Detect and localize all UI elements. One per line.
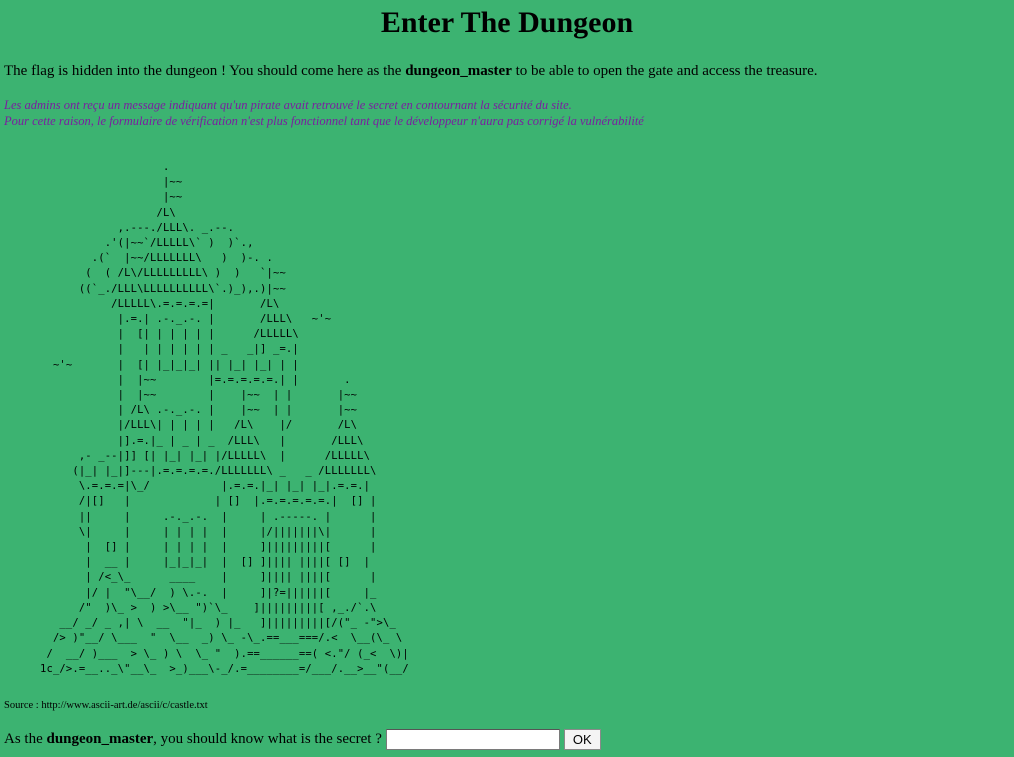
question-before: As the [4,731,47,747]
question-after: , you should know what is the secret ? [153,731,382,747]
secret-input[interactable] [385,729,560,750]
admin-notice: Les admins ont reçu un message indiquant… [4,97,644,129]
admin-notice-line-2: Pour cette raison, le formulaire de véri… [4,114,644,128]
intro-text-before: The flag is hidden into the dungeon ! Yo… [4,63,406,79]
question-role: dungeon_master [46,731,154,747]
source-url: http://www.ascii-art.de/ascii/c/castle.t… [41,700,208,711]
secret-question: As the dungeon_master, you should know w… [4,731,382,748]
admin-notice-line-1: Les admins ont reçu un message indiquant… [4,98,572,112]
castle-ascii-art: . |~~ |~~ /L\ ,.---./LLL\. _.--. .'(|~~`… [40,161,409,675]
source-credit: Source : http://www.ascii-art.de/ascii/c… [4,699,208,712]
intro-text-after: to be able to open the gate and access t… [511,63,818,79]
intro-role: dungeon_master [405,63,512,79]
secret-form: As the dungeon_master, you should know w… [4,729,601,750]
page-title: Enter The Dungeon [380,6,634,39]
source-label: Source : [4,700,42,711]
ok-button[interactable]: OK [563,729,601,750]
intro-text: The flag is hidden into the dungeon ! Yo… [4,62,818,80]
